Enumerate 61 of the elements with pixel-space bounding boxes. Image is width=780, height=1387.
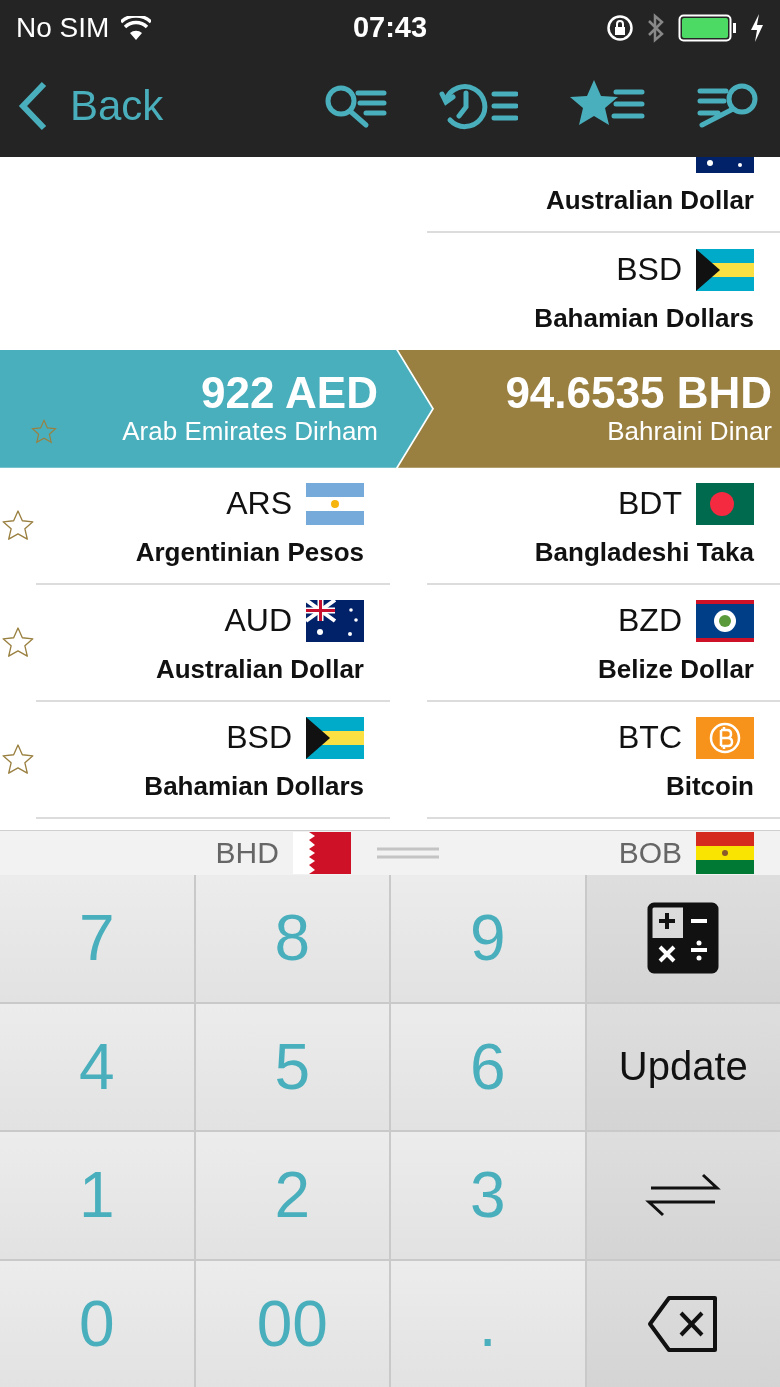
backspace-key[interactable] [586, 1260, 780, 1387]
from-amount: 922 AED [201, 370, 378, 417]
currency-code: BDT [618, 485, 682, 523]
currency-code: BTC [618, 719, 682, 757]
back-button[interactable]: Back [18, 81, 164, 131]
currency-name: Australian Dollar [545, 184, 754, 216]
drawer-handle-bar[interactable]: BHD BOB [0, 830, 780, 875]
digit-key[interactable]: 6 [391, 1003, 585, 1130]
calculator-icon [647, 902, 720, 975]
wifi-icon [121, 15, 152, 40]
digit-key[interactable]: 8 [195, 875, 389, 1002]
flag-icon [292, 832, 351, 874]
currency-code: AUD [224, 602, 292, 640]
currency-code: BOB [618, 836, 682, 870]
flag-icon [696, 832, 754, 874]
currency-name: Bitcoin [665, 770, 754, 802]
currency-name: Belize Dollar [597, 653, 754, 685]
carrier-label: No SIM [16, 11, 110, 44]
backspace-icon [647, 1293, 720, 1354]
star-icon[interactable] [30, 417, 58, 446]
flag-icon [696, 716, 754, 759]
digit-key[interactable]: 2 [195, 1132, 389, 1259]
currency-code: BSD [616, 251, 682, 289]
currency-code: BHD [215, 836, 279, 870]
to-amount: 94.6535 BHD [505, 370, 772, 417]
chevron-left-icon [18, 81, 48, 131]
to-currency-name: Bahraini Dinar [607, 416, 772, 448]
currency-code: ARS [226, 485, 292, 523]
rotation-lock-icon [606, 13, 634, 42]
flag-icon [696, 248, 754, 291]
digit-key[interactable]: 5 [195, 1003, 389, 1130]
flag-icon [306, 716, 364, 759]
flag-icon [306, 482, 364, 525]
digit-key[interactable]: 0 [0, 1260, 194, 1387]
battery-icon [678, 13, 738, 42]
charging-bolt-icon [750, 13, 764, 42]
currency-name: Bangladeshi Taka [534, 536, 754, 568]
grip-icon [376, 846, 439, 860]
currency-name: Australian Dollar [155, 653, 364, 685]
digit-key[interactable]: 9 [391, 875, 585, 1002]
flag-icon [696, 599, 754, 642]
to-currency-panel[interactable]: 94.6535 BHD Bahraini Dinar [398, 349, 780, 468]
calculator-key[interactable] [586, 875, 780, 1002]
digit-key[interactable]: 1 [0, 1132, 194, 1259]
currency-name: Argentinian Pesos [135, 536, 364, 568]
currency-code: BSD [226, 719, 292, 757]
currency-name: Bahamian Dollars [534, 302, 754, 334]
digit-key[interactable]: 7 [0, 875, 194, 1002]
currency-name: Bahamian Dollars [144, 770, 364, 802]
update-key[interactable]: Update [586, 1003, 780, 1130]
digit-key[interactable]: 4 [0, 1003, 194, 1130]
flag-icon [696, 482, 754, 525]
digit-key[interactable]: 00 [195, 1260, 389, 1387]
bluetooth-icon [646, 11, 666, 44]
clock-time: 07:43 [352, 11, 428, 44]
digit-key[interactable]: . [391, 1260, 585, 1387]
from-currency-name: Arab Emirates Dirham [122, 416, 378, 448]
flag-icon [306, 599, 364, 642]
digit-key[interactable]: 3 [391, 1132, 585, 1259]
from-currency-panel[interactable]: 922 AED Arab Emirates Dirham [0, 349, 432, 468]
currency-code: BZD [618, 602, 682, 640]
